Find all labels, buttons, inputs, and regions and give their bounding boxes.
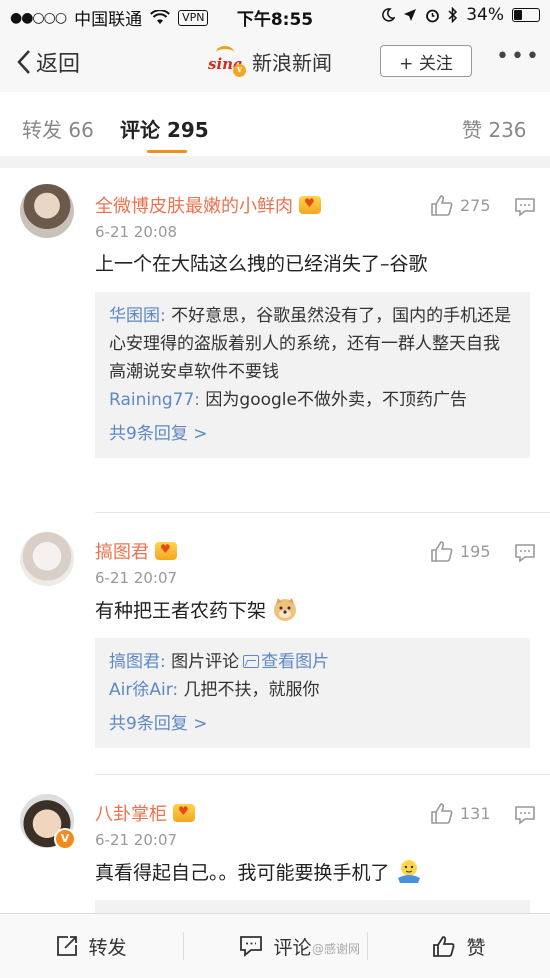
vip-badge-icon [155,542,177,560]
view-all-replies-link[interactable]: 共9条回复 > [109,420,516,448]
avatar[interactable] [20,184,74,238]
like-post-button[interactable]: 赞 [368,914,550,978]
alarm-icon [426,9,440,22]
follow-button[interactable]: + 关注 [380,45,472,77]
reply-text: 不好意思，谷歌虽然没有了，国内的手机还是心安理得的盗版着别人的系统，还有一群人整… [109,306,512,382]
divider [95,774,550,775]
comment-time: 6-21 20:07 [95,569,178,587]
like-button[interactable]: 275 [430,194,491,216]
comment-label: 评论 [273,936,312,959]
verified-badge-icon: V [54,828,76,850]
sina-logo-icon: sina v [208,46,246,77]
comment-text: 上一个在大陆这么拽的已经消失了–谷歌 [95,253,428,275]
active-tab-indicator [147,150,187,153]
reply-item: Raining77: 因为google不做外卖，不顶药广告 [109,386,516,414]
status-bar: ●●○○○ 中国联通 VPN 下午8:55 34% [0,0,550,32]
tab-likes[interactable]: 赞 236 [462,114,527,143]
comment-username[interactable]: 搞图君 [95,538,177,564]
section-divider [0,156,550,168]
view-image-link[interactable]: 查看图片 [261,652,329,672]
battery-percent: 34% [466,5,504,25]
vip-badge-icon [173,804,195,822]
reply-preview-box[interactable]: 搞图君: 图片评论 查看图片 Air徐Air: 几把不扶，就服你 共9条回复 > [95,638,530,748]
reply-item: Air徐Air: 几把不扶，就服你 [109,676,516,704]
comment-username[interactable]: 全微博皮肤最嫩的小鲜肉 [95,192,321,218]
like-count: 275 [460,195,491,215]
comment-time: 6-21 20:07 [95,831,178,849]
like-button[interactable]: 131 [430,802,491,824]
bluetooth-icon [448,7,458,23]
avatar[interactable]: V [20,794,76,850]
username-text: 搞图君 [95,542,149,563]
page-title: 新浪新闻 [252,50,332,75]
reply-username[interactable]: Air徐Air: [109,680,178,700]
more-options-button[interactable]: ••• [496,44,541,69]
reply-item: 华囷囷: 不好意思，谷歌虽然没有了，国内的手机还是心安理得的盗版着别人的系统，还… [109,302,516,386]
location-icon [404,9,417,21]
like-button[interactable]: 195 [430,540,491,562]
comment-icon [240,936,263,957]
reply-username[interactable]: Raining77: [109,390,200,410]
reply-comment-icon[interactable] [514,543,536,563]
reply-text: 因为google不做外卖，不顶药广告 [200,390,467,410]
thumbs-up-icon [431,195,453,216]
reply-preview-box[interactable]: 华囷囷: 不好意思，谷歌虽然没有了，国内的手机还是心安理得的盗版着别人的系统，还… [95,292,530,458]
reply-username[interactable]: 华囷囷: [109,306,166,326]
tab-comments[interactable]: 评论 295 [120,114,209,143]
like-count: 195 [460,541,491,561]
doge-emoji-icon [274,598,297,621]
reply-text: 图片评论 [165,652,240,672]
back-button[interactable]: 返回 [16,46,80,78]
shrug-emoji-icon [397,860,420,883]
chevron-left-icon [17,50,30,74]
bottom-action-bar: 转发 评论 赞 [0,913,550,978]
vip-badge-icon [299,196,321,214]
reply-item: 搞图君: 图片评论 查看图片 [109,648,516,676]
thumbs-up-icon [433,936,455,957]
comment-text: 真看得起自己。。我可能要换手机了 [95,862,390,884]
thumbs-up-icon [431,803,453,824]
like-count: 131 [460,803,491,823]
back-label: 返回 [36,52,81,77]
tab-repost[interactable]: 转发 66 [22,114,94,143]
username-text: 全微博皮肤最嫩的小鲜肉 [95,196,293,217]
tab-bar: 转发 66 评论 295 赞 236 [0,92,550,156]
reply-username[interactable]: 搞图君: [109,652,166,672]
divider [95,512,550,513]
comment-username[interactable]: 八卦掌柜 [95,800,195,826]
comment-text-row: 真看得起自己。。我可能要换手机了 [95,858,525,887]
reply-comment-icon[interactable] [514,197,536,217]
repost-button[interactable]: 转发 [0,914,183,978]
repost-label: 转发 [88,936,127,959]
image-icon [243,655,260,668]
moon-icon [382,8,396,22]
like-label: 赞 [466,936,486,959]
comment-text-row: 有种把王者农药下架 [95,596,525,625]
watermark: @感谢网 [312,942,361,956]
comment-text: 有种把王者农药下架 [95,600,267,622]
view-all-replies-link[interactable]: 共9条回复 > [109,710,516,738]
thumbs-up-icon [431,541,453,562]
comment-time: 6-21 20:08 [95,223,178,241]
username-text: 八卦掌柜 [95,804,167,825]
battery-icon [512,8,540,22]
repost-icon [57,936,78,956]
avatar[interactable] [20,532,74,586]
navigation-bar: 返回 sina v 新浪新闻 + 关注 ••• [0,32,550,93]
reply-comment-icon[interactable] [514,805,536,825]
reply-text: 几把不扶，就服你 [178,680,320,700]
